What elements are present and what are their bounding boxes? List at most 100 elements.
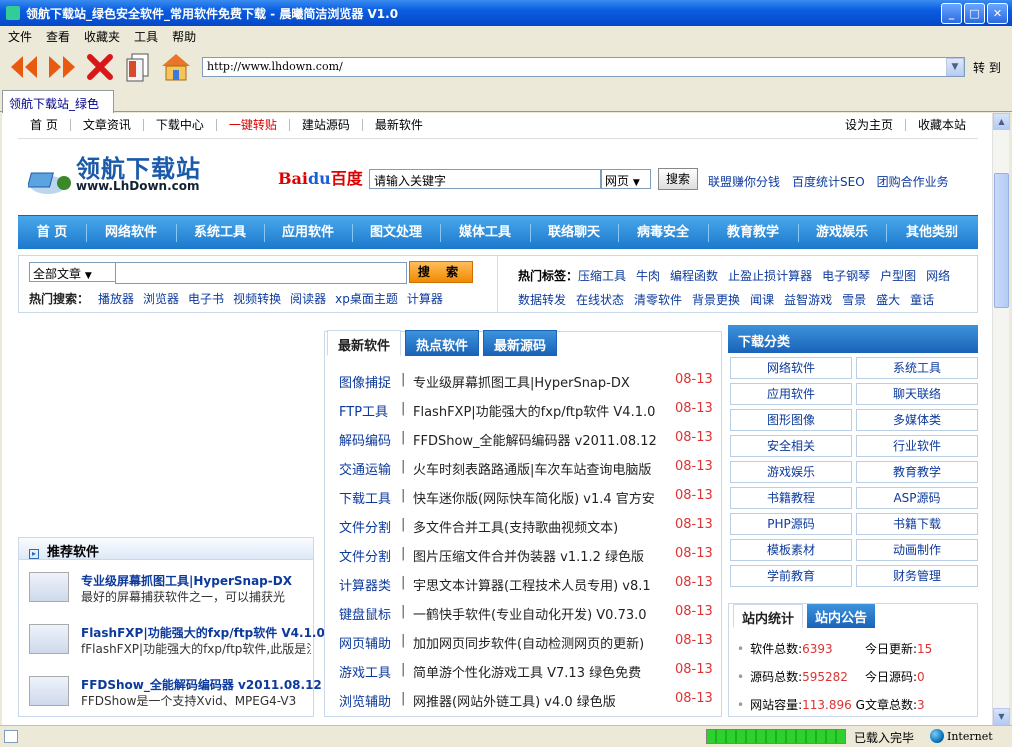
software-name-link[interactable]: 火车时刻表路路通版|车次车站查询电脑版 <box>413 459 669 478</box>
menu-view[interactable]: 查看 <box>46 28 70 45</box>
tab-latest-software[interactable]: 最新软件 <box>327 330 402 356</box>
tag-link[interactable]: 背景更换 <box>692 293 740 307</box>
close-window-button[interactable]: ✕ <box>987 3 1008 24</box>
hot-search-link[interactable]: 阅读器 <box>290 290 326 307</box>
software-category-link[interactable]: 网页辅助 <box>339 633 391 652</box>
category-link[interactable]: ASP源码 <box>856 487 978 509</box>
recommend-item[interactable]: FFDShow_全能解码编码器 v2011.08.12 FFDShow是一个支持… <box>29 676 322 716</box>
tag-link[interactable]: 在线状态 <box>576 293 624 307</box>
category-link[interactable]: 书籍教程 <box>730 487 852 509</box>
topnav-source[interactable]: 建站源码 <box>290 119 363 131</box>
vertical-scrollbar[interactable]: ▲ ▼ <box>992 113 1010 725</box>
nav-education[interactable]: 教育教学 <box>708 216 798 250</box>
minimize-button[interactable]: _ <box>941 3 962 24</box>
address-dropdown-button[interactable]: ▼ <box>946 58 964 76</box>
recommend-item[interactable]: FlashFXP|功能强大的fxp/ftp软件 V4.1.0 fFlashFXP… <box>29 624 325 664</box>
menu-tools[interactable]: 工具 <box>134 28 158 45</box>
software-name-link[interactable]: 加加网页同步软件(自动检测网页的更新) <box>413 633 669 652</box>
category-link[interactable]: 动画制作 <box>856 539 978 561</box>
software-row[interactable]: 交通运输 | 火车时刻表路路通版|车次车站查询电脑版 08-13 <box>339 459 715 479</box>
software-category-link[interactable]: 计算器类 <box>339 575 391 594</box>
search-type-select[interactable]: 网页 ▼ <box>601 169 651 189</box>
tag-link[interactable]: 编程函数 <box>670 269 718 283</box>
scroll-up-button[interactable]: ▲ <box>993 113 1010 130</box>
hot-search-link[interactable]: 播放器 <box>98 290 134 307</box>
software-name-link[interactable]: 图片压缩文件合并伪装器 v1.1.2 绿色版 <box>413 546 669 565</box>
nav-security[interactable]: 病毒安全 <box>618 216 708 250</box>
recommend-item[interactable]: 专业级屏幕抓图工具|HyperSnap-DX 最好的屏幕捕获软件之一，可以捕获光 <box>29 572 309 612</box>
menu-favorites[interactable]: 收藏夹 <box>84 28 120 45</box>
software-category-link[interactable]: 键盘鼠标 <box>339 604 391 623</box>
software-name-link[interactable]: 简单游个性化游戏工具 V7.13 绿色免费 <box>413 662 669 681</box>
scroll-down-button[interactable]: ▼ <box>993 708 1010 725</box>
hot-search-link[interactable]: 电子书 <box>188 290 224 307</box>
category-link[interactable]: 教育教学 <box>856 461 978 483</box>
ad-link[interactable]: 联盟赚你分钱 <box>708 173 780 190</box>
address-input[interactable]: http://www.lhdown.com/ <box>202 57 965 77</box>
tag-link[interactable]: 止盈止损计算器 <box>728 269 812 283</box>
category-link[interactable]: 安全相关 <box>730 435 852 457</box>
hot-search-link[interactable]: xp桌面主题 <box>335 290 398 307</box>
software-category-link[interactable]: 游戏工具 <box>339 662 391 681</box>
tab-hot-software[interactable]: 热点软件 <box>405 330 480 356</box>
hot-search-link[interactable]: 计算器 <box>407 290 443 307</box>
software-row[interactable]: 解码编码 | FFDShow_全能解码编码器 v2011.08.12 08-13 <box>339 430 715 450</box>
software-row[interactable]: 文件分割 | 多文件合并工具(支持歌曲视频文本) 08-13 <box>339 517 715 537</box>
nav-system[interactable]: 系统工具 <box>176 216 264 250</box>
tag-link[interactable]: 童话 <box>910 293 934 307</box>
software-row[interactable]: 计算器类 | 宇思文本计算器(工程技术人员专用) v8.1 08-13 <box>339 575 715 595</box>
nav-home[interactable]: 首 页 <box>18 216 86 250</box>
software-row[interactable]: FTP工具 | FlashFXP|功能强大的fxp/ftp软件 V4.1.0 08-1… <box>339 401 715 421</box>
article-type-select[interactable]: 全部文章 ▼ <box>29 262 117 282</box>
category-link[interactable]: 图形图像 <box>730 409 852 431</box>
software-row[interactable]: 下载工具 | 快车迷你版(网际快车简化版) v1.4 官方安 08-13 <box>339 488 715 508</box>
tab-latest-source[interactable]: 最新源码 <box>483 330 558 356</box>
category-link[interactable]: 网络软件 <box>730 357 852 379</box>
nav-chat[interactable]: 联络聊天 <box>530 216 618 250</box>
site-search-input[interactable] <box>115 262 407 284</box>
go-button[interactable]: 转 到 <box>973 59 1001 76</box>
ad-link[interactable]: 百度统计SEO <box>792 173 865 190</box>
recommend-item-title[interactable]: 专业级屏幕抓图工具|HyperSnap-DX <box>81 572 292 589</box>
menu-help[interactable]: 帮助 <box>172 28 196 45</box>
topnav-articles[interactable]: 文章资讯 <box>71 119 144 131</box>
software-name-link[interactable]: 一鹤快手软件(专业自动化开发) V0.73.0 <box>413 604 669 623</box>
software-category-link[interactable]: FTP工具 <box>339 401 388 420</box>
topnav-home[interactable]: 首 页 <box>18 119 71 131</box>
software-category-link[interactable]: 文件分割 <box>339 546 391 565</box>
recommend-item-title[interactable]: FlashFXP|功能强大的fxp/ftp软件 V4.1.0 <box>81 624 325 641</box>
software-category-link[interactable]: 解码编码 <box>339 430 391 449</box>
category-link[interactable]: 多媒体类 <box>856 409 978 431</box>
nav-games[interactable]: 游戏娱乐 <box>798 216 886 250</box>
software-row[interactable]: 文件分割 | 图片压缩文件合并伪装器 v1.1.2 绿色版 08-13 <box>339 546 715 566</box>
software-category-link[interactable]: 交通运输 <box>339 459 391 478</box>
nav-media[interactable]: 媒体工具 <box>440 216 530 250</box>
tag-link[interactable]: 户型图 <box>880 269 916 283</box>
software-row[interactable]: 游戏工具 | 简单游个性化游戏工具 V7.13 绿色免费 08-13 <box>339 662 715 682</box>
software-category-link[interactable]: 图像捕捉 <box>339 372 391 391</box>
tag-link[interactable]: 压缩工具 <box>578 269 626 283</box>
category-link[interactable]: 书籍下载 <box>856 513 978 535</box>
category-link[interactable]: 系统工具 <box>856 357 978 379</box>
category-link[interactable]: 财务管理 <box>856 565 978 587</box>
nav-other[interactable]: 其他类别 <box>886 216 978 250</box>
nav-graphics[interactable]: 图文处理 <box>352 216 440 250</box>
site-logo[interactable]: 领航下载站 www.LhDown.com <box>28 149 268 201</box>
nav-network[interactable]: 网络软件 <box>86 216 176 250</box>
refresh-button[interactable] <box>120 49 156 85</box>
category-link[interactable]: 聊天联络 <box>856 383 978 405</box>
tag-link[interactable]: 益智游戏 <box>784 293 832 307</box>
back-button[interactable] <box>6 49 42 85</box>
software-name-link[interactable]: 多文件合并工具(支持歌曲视频文本) <box>413 517 669 536</box>
baidu-search-button[interactable]: 搜索 <box>658 168 698 190</box>
category-link[interactable]: PHP源码 <box>730 513 852 535</box>
topnav-repost[interactable]: 一键转贴 <box>217 119 290 131</box>
site-search-button[interactable]: 搜 索 <box>409 261 473 283</box>
topnav-downloads[interactable]: 下载中心 <box>144 119 217 131</box>
bookmark-site-link[interactable]: 收藏本站 <box>906 119 978 131</box>
software-name-link[interactable]: FFDShow_全能解码编码器 v2011.08.12 <box>413 430 669 449</box>
baidu-search-input[interactable]: 请输入关键字 <box>369 169 601 189</box>
software-name-link[interactable]: FlashFXP|功能强大的fxp/ftp软件 V4.1.0 <box>413 401 669 420</box>
software-category-link[interactable]: 下载工具 <box>339 488 391 507</box>
software-category-link[interactable]: 文件分割 <box>339 517 391 536</box>
